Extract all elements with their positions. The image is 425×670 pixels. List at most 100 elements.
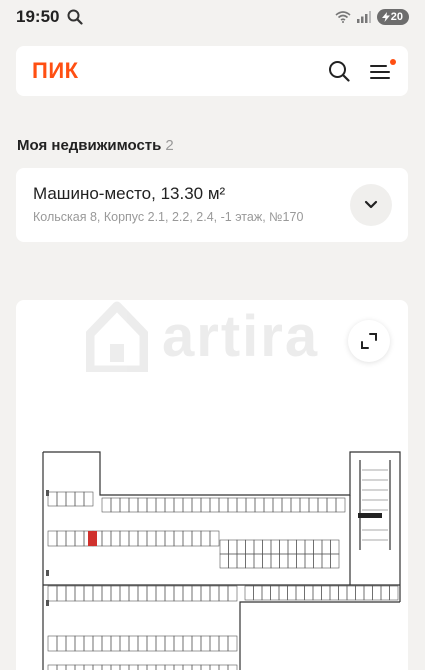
parking-spot bbox=[56, 585, 67, 602]
parking-spot bbox=[128, 635, 139, 652]
parking-spot bbox=[209, 497, 220, 513]
fullscreen-icon bbox=[361, 333, 377, 349]
parking-spot bbox=[173, 530, 184, 547]
parking-spot bbox=[270, 585, 280, 601]
parking-spot bbox=[119, 530, 130, 547]
parking-spot bbox=[236, 497, 247, 513]
property-count: 2 bbox=[165, 137, 174, 154]
parking-spot bbox=[200, 664, 211, 670]
parking-spot bbox=[56, 635, 67, 652]
parking-spot bbox=[47, 635, 58, 652]
parking-spot bbox=[155, 585, 166, 602]
parking-spot bbox=[119, 664, 130, 670]
parking-spot bbox=[173, 585, 184, 602]
expand-button[interactable] bbox=[350, 184, 392, 226]
parking-spot bbox=[83, 491, 94, 507]
parking-spot bbox=[326, 497, 337, 513]
parking-spot bbox=[321, 539, 331, 555]
parking-spot bbox=[65, 585, 76, 602]
section-title: Моя недвижимость 2 bbox=[17, 137, 174, 154]
parking-spot bbox=[228, 553, 238, 569]
parking-spot bbox=[74, 491, 85, 507]
parking-spot bbox=[227, 635, 238, 652]
parking-spot bbox=[56, 491, 67, 507]
parking-spot bbox=[287, 553, 297, 569]
parking-spot bbox=[110, 497, 121, 513]
parking-spot bbox=[173, 635, 184, 652]
fullscreen-button[interactable] bbox=[348, 320, 390, 362]
parking-spot bbox=[244, 585, 254, 601]
house-logo-icon bbox=[86, 301, 148, 372]
parking-spot bbox=[137, 497, 148, 513]
parking-spot bbox=[92, 585, 103, 602]
parking-spot bbox=[253, 585, 263, 601]
parking-spot bbox=[209, 585, 220, 602]
parking-spot bbox=[128, 497, 139, 513]
parking-spot bbox=[245, 539, 255, 555]
parking-spot bbox=[191, 664, 202, 670]
parking-spot bbox=[389, 585, 399, 601]
parking-spot bbox=[155, 497, 166, 513]
parking-spot bbox=[219, 553, 229, 569]
parking-spot bbox=[173, 497, 184, 513]
parking-spot bbox=[128, 530, 139, 547]
parking-spot bbox=[74, 635, 85, 652]
parking-spot bbox=[191, 497, 202, 513]
parking-spot bbox=[262, 553, 272, 569]
parking-spot bbox=[65, 635, 76, 652]
parking-spot bbox=[355, 585, 365, 601]
parking-spot bbox=[74, 585, 85, 602]
parking-spot bbox=[65, 491, 76, 507]
parking-spot bbox=[279, 553, 289, 569]
parking-spot bbox=[236, 539, 246, 555]
search-icon[interactable] bbox=[328, 60, 350, 82]
parking-spot bbox=[299, 497, 310, 513]
parking-spot bbox=[200, 635, 211, 652]
parking-spot bbox=[270, 539, 280, 555]
parking-spot bbox=[245, 553, 255, 569]
parking-spot bbox=[321, 585, 331, 601]
artira-watermark: artira bbox=[86, 300, 319, 372]
parking-spot bbox=[272, 497, 283, 513]
signal-icon bbox=[356, 11, 371, 23]
parking-spot bbox=[346, 585, 356, 601]
status-time: 19:50 bbox=[16, 7, 60, 26]
parking-spot bbox=[137, 530, 148, 547]
parking-spot bbox=[92, 635, 103, 652]
floor-plan-image[interactable] bbox=[40, 450, 408, 670]
parking-spot bbox=[219, 539, 229, 555]
parking-spot bbox=[209, 530, 220, 547]
chevron-down-icon bbox=[364, 200, 378, 209]
status-icons: 20 bbox=[335, 9, 409, 25]
pik-logo[interactable]: ПИК bbox=[32, 58, 79, 84]
parking-spot bbox=[173, 664, 184, 670]
parking-spot bbox=[56, 530, 67, 547]
parking-spot bbox=[164, 530, 175, 547]
notification-dot bbox=[390, 59, 396, 65]
parking-spot bbox=[101, 497, 112, 513]
parking-spot bbox=[110, 664, 121, 670]
menu-icon bbox=[370, 65, 390, 79]
parking-spot bbox=[155, 530, 166, 547]
parking-spot bbox=[200, 585, 211, 602]
parking-spot bbox=[191, 635, 202, 652]
parking-spot bbox=[47, 491, 58, 507]
parking-spot bbox=[236, 553, 246, 569]
property-card[interactable]: Машино-место, 13.30 м² Кольская 8, Корпу… bbox=[16, 168, 408, 242]
parking-spot bbox=[296, 553, 306, 569]
parking-spot bbox=[110, 530, 121, 547]
parking-spot bbox=[146, 530, 157, 547]
parking-spot bbox=[92, 664, 103, 670]
menu-button[interactable] bbox=[370, 59, 396, 80]
parking-spot bbox=[313, 539, 323, 555]
parking-spot bbox=[164, 664, 175, 670]
parking-spot bbox=[329, 585, 339, 601]
parking-spot bbox=[164, 635, 175, 652]
parking-spot bbox=[182, 585, 193, 602]
parking-spot bbox=[182, 530, 193, 547]
parking-spot bbox=[146, 635, 157, 652]
parking-spot bbox=[270, 553, 280, 569]
parking-spot bbox=[218, 664, 229, 670]
parking-spot bbox=[227, 585, 238, 602]
parking-spot bbox=[330, 539, 340, 555]
